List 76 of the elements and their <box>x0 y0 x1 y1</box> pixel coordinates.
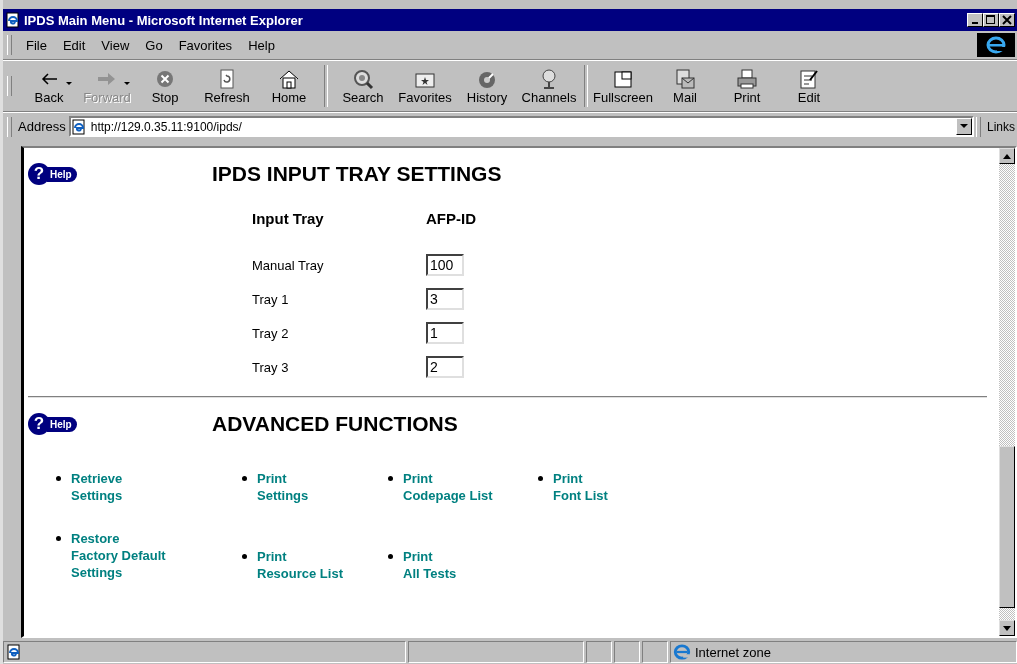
dropdown-button[interactable] <box>956 118 972 135</box>
tray-label: Tray 2 <box>252 325 290 341</box>
history-button[interactable]: History <box>456 67 518 105</box>
browser-logo-icon <box>977 33 1015 57</box>
menu-item[interactable]: Favorites <box>170 37 241 53</box>
search-button[interactable]: Search <box>332 67 394 105</box>
favorites-button[interactable]: Favorites <box>394 67 456 105</box>
security-zone: Internet zone <box>695 644 771 660</box>
mail-icon <box>673 67 697 90</box>
down-arrow-icon <box>1003 625 1011 631</box>
bullet-icon <box>388 476 393 481</box>
function-link[interactable]: Print Resource List <box>257 548 343 582</box>
menu-item[interactable]: Go <box>137 37 171 53</box>
bullet-icon <box>56 476 61 481</box>
minimize-button[interactable] <box>967 13 983 27</box>
bullet-icon <box>538 476 543 481</box>
menu-item[interactable]: View <box>93 37 138 53</box>
tray-label: Tray 3 <box>252 359 290 375</box>
scroll-thumb[interactable] <box>999 446 1015 608</box>
bullet-icon <box>56 536 61 541</box>
bullet-icon <box>388 554 393 559</box>
bullet-icon <box>242 554 247 559</box>
fullscreen-button[interactable]: Fullscreen <box>592 67 654 105</box>
maximize-icon <box>986 15 996 25</box>
search-icon <box>351 67 375 90</box>
status-pane <box>586 641 612 663</box>
status-pane <box>614 641 640 663</box>
dropdown-caret-icon[interactable] <box>66 82 72 86</box>
function-link[interactable]: Print Settings <box>257 470 309 504</box>
function-link[interactable]: Print All Tests <box>403 548 457 582</box>
menu-item[interactable]: Edit <box>54 37 94 53</box>
function-link[interactable]: Restore Factory Default Settings <box>71 530 166 581</box>
edit-icon <box>797 67 821 90</box>
refresh-button[interactable]: Refresh <box>196 67 258 105</box>
column-header: Input Tray <box>252 209 325 227</box>
help-button[interactable]: ? Help <box>28 413 212 435</box>
channels-button[interactable]: Channels <box>518 67 580 105</box>
afp-id-field[interactable]: 100 <box>426 254 464 276</box>
minimize-icon <box>972 22 978 24</box>
status-pane <box>642 641 668 663</box>
tray-label: Manual Tray <box>252 257 325 273</box>
function-link[interactable]: Print Font List <box>553 470 608 504</box>
close-icon <box>1002 15 1012 25</box>
column-header: AFP-ID <box>426 209 476 227</box>
window-title: IPDS Main Menu - Microsoft Internet Explorer <box>24 12 303 28</box>
caret-icon <box>960 124 968 129</box>
mail-button[interactable]: Mail <box>654 67 716 105</box>
menu-item[interactable]: File <box>18 37 55 53</box>
vertical-scrollbar[interactable] <box>999 148 1015 636</box>
page-icon <box>5 12 21 28</box>
globe-e-icon <box>673 643 691 661</box>
address-field[interactable]: http://129.0.35.11:9100/ipds/ <box>68 116 974 137</box>
page-icon <box>70 118 87 135</box>
afp-id-field[interactable]: 2 <box>426 356 464 378</box>
tray-label: Tray 1 <box>252 291 290 307</box>
menu-item[interactable]: Help <box>240 37 283 53</box>
printer-icon <box>735 67 759 90</box>
close-button[interactable] <box>999 13 1015 27</box>
edit-button[interactable]: Edit <box>778 67 840 105</box>
afp-id-field[interactable]: 3 <box>426 288 464 310</box>
function-link[interactable]: Print Codepage List <box>403 470 493 504</box>
maximize-button[interactable] <box>983 13 999 27</box>
section-heading: ADVANCED FUNCTIONS <box>212 412 458 436</box>
print-button[interactable]: Print <box>716 67 778 105</box>
links-label[interactable]: Links <box>987 119 1015 134</box>
help-button[interactable]: ? Help <box>28 163 212 185</box>
address-label: Address <box>18 119 66 134</box>
scroll-down-button[interactable] <box>999 620 1015 636</box>
section-heading: IPDS INPUT TRAY SETTINGS <box>212 162 502 186</box>
home-button[interactable]: Home <box>258 67 320 105</box>
scroll-up-button[interactable] <box>999 148 1015 164</box>
bullet-icon <box>242 476 247 481</box>
page-icon <box>6 644 22 660</box>
up-arrow-icon <box>1003 153 1011 159</box>
afp-id-field[interactable]: 1 <box>426 322 464 344</box>
function-link[interactable]: Retrieve Settings <box>71 470 123 504</box>
